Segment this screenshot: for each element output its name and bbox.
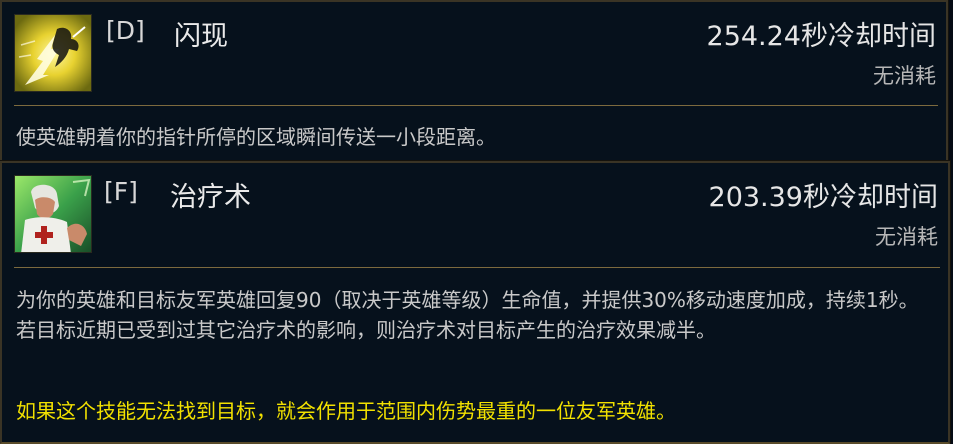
spell-key: [F] bbox=[104, 177, 138, 206]
spell-name: 闪现 bbox=[174, 21, 228, 52]
spell-description: 为你的英雄和目标友军英雄回复90（取决于英雄等级）生命值，并提供30%移动速度加… bbox=[16, 288, 919, 342]
divider bbox=[14, 267, 940, 268]
spell-description: 使英雄朝着你的指针所停的区域瞬间传送一小段距离。 bbox=[16, 125, 496, 149]
spell-cost: 无消耗 bbox=[875, 225, 938, 249]
spell-cost: 无消耗 bbox=[873, 64, 936, 88]
heal-icon bbox=[14, 175, 92, 253]
spell-card-flash: [D] 闪现 254.24秒冷却时间 无消耗 使英雄朝着你的指针所停的区域瞬间传… bbox=[0, 0, 949, 163]
spell-name: 治疗术 bbox=[170, 182, 251, 213]
spell-key: [D] bbox=[106, 16, 145, 45]
divider bbox=[14, 105, 938, 106]
spell-cooldown: 203.39秒冷却时间 bbox=[708, 182, 938, 213]
spell-cooldown: 254.24秒冷却时间 bbox=[706, 21, 936, 52]
summoner-spells-tooltip: [D] 闪现 254.24秒冷却时间 无消耗 使英雄朝着你的指针所停的区域瞬间传… bbox=[0, 0, 953, 444]
flash-icon bbox=[14, 14, 92, 92]
spell-card-heal: [F] 治疗术 203.39秒冷却时间 无消耗 为你的英雄和目标友军英雄回复90… bbox=[0, 160, 951, 444]
spell-note: 如果这个技能无法找到目标，就会作用于范围内伤势最重的一位友军英雄。 bbox=[16, 399, 676, 423]
